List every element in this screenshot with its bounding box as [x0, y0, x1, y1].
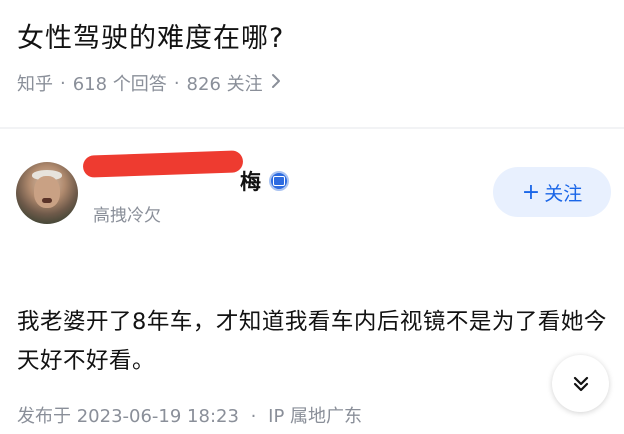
- author-name[interactable]: 梅: [240, 166, 289, 196]
- separator-dot: ·: [60, 72, 66, 94]
- section-divider: [0, 127, 624, 129]
- answers-count: 618 个回答: [72, 74, 167, 95]
- answer-meta: 发布于 2023-06-19 18:23 · IP 属地广东: [17, 402, 362, 428]
- source-label: 知乎: [17, 74, 53, 95]
- author-name-text: 梅: [240, 170, 261, 194]
- follow-label: 关注: [544, 182, 583, 205]
- publish-time: 发布于 2023-06-19 18:23: [17, 406, 239, 427]
- double-chevron-down-icon: [573, 376, 588, 391]
- follow-button[interactable]: + 关注: [493, 167, 611, 217]
- verified-badge-icon: [269, 171, 289, 191]
- answer-text[interactable]: 我老婆开了8年车，才知道我看车内后视镜不是为了看她今天好不好看。: [17, 303, 607, 381]
- expand-button[interactable]: [552, 355, 609, 412]
- ip-location: IP 属地广东: [268, 406, 363, 427]
- chevron-right-icon: [271, 72, 281, 94]
- separator-dot: ·: [250, 406, 257, 427]
- separator-dot: ·: [173, 72, 180, 94]
- avatar[interactable]: [16, 162, 78, 224]
- question-meta[interactable]: 知乎 · 618 个回答 · 826 关注: [17, 70, 281, 96]
- plus-icon: +: [521, 179, 541, 205]
- followers-count: 826 关注: [186, 74, 263, 95]
- author-headline: 高拽冷欠: [93, 206, 161, 226]
- question-title[interactable]: 女性驾驶的难度在哪?: [17, 16, 284, 55]
- name-redaction-mark: [82, 150, 244, 178]
